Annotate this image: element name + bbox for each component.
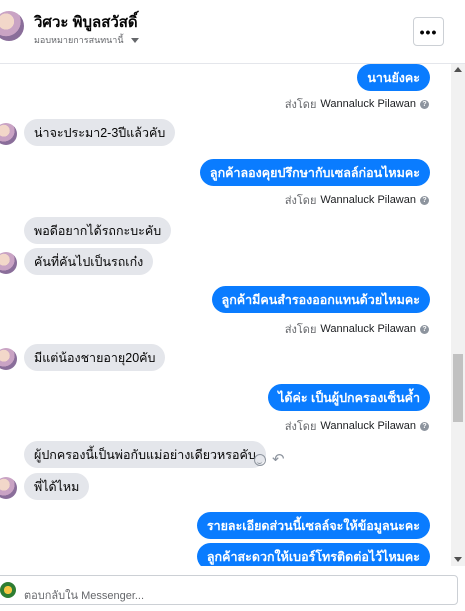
outgoing-message[interactable]: ลูกค้าลองคุยปรึกษากับเซลล์ก่อนไหมคะ [199, 159, 430, 186]
outgoing-message[interactable]: ลูกค้ามีคนสำรองออกแทนด้วยไหมคะ [211, 286, 430, 313]
sent-by-prefix: ส่งโดย [284, 324, 317, 336]
sent-by-line: ส่งโดย Wannaluck Pilawan ? [285, 95, 429, 113]
sent-by-line: ส่งโดย Wannaluck Pilawan ? [285, 417, 429, 435]
assign-conversation-dropdown[interactable]: มอบหมายการสนทนานี้ [34, 33, 139, 47]
thread-scrollbar[interactable] [451, 64, 465, 566]
outgoing-message[interactable]: ได้ค่ะ เป็นผู้ปกครองเซ็นค้ำ [268, 384, 430, 411]
contact-avatar-small[interactable] [0, 348, 17, 370]
reply-placeholder[interactable]: ตอบกลับใน Messenger... [24, 586, 144, 604]
message-actions: ↶ [254, 452, 285, 467]
help-icon[interactable]: ? [420, 99, 429, 109]
message-thread[interactable]: นานยังคะ ส่งโดย Wannaluck Pilawan ? น่าจ… [0, 64, 451, 566]
sent-by-prefix: ส่งโดย [284, 195, 317, 207]
incoming-message[interactable]: พี่ได้ไหม [24, 473, 90, 500]
scrollbar-thumb[interactable] [453, 354, 463, 422]
contact-avatar-small[interactable] [0, 123, 17, 145]
contact-name[interactable]: วิศวะ พิบูลสวัสดิ์ [34, 10, 138, 34]
reply-composer: ตอบกลับใน Messenger... [0, 566, 465, 611]
contact-avatar-small[interactable] [0, 252, 17, 274]
incoming-message[interactable]: คันที่คันไปเป็นรถเก๋ง [24, 248, 154, 275]
scroll-up-arrow-icon[interactable] [454, 67, 462, 72]
outgoing-message[interactable]: รายละเอียดส่วนนี้เซลล์จะให้ข้อมูลนะคะ [196, 512, 430, 539]
sent-by-line: ส่งโดย Wannaluck Pilawan ? [285, 191, 429, 209]
conversation-header: วิศวะ พิบูลสวัสดิ์ มอบหมายการสนทนานี้ ••… [0, 0, 465, 64]
incoming-message[interactable]: ผู้ปกครองนี้เป็นพ่อกับแม่อย่างเดียวหรอคั… [24, 441, 266, 468]
outgoing-message[interactable]: ลูกค้าสะดวกให้เบอร์โทรติดต่อไว้ไหมคะ [196, 543, 430, 566]
react-smiley-icon[interactable] [254, 454, 266, 466]
sender-name: Wannaluck Pilawan [320, 194, 416, 206]
sent-by-prefix: ส่งโดย [284, 99, 317, 111]
contact-avatar-small[interactable] [0, 477, 17, 499]
sent-by-prefix: ส่งโดย [284, 421, 317, 433]
outgoing-message[interactable]: นานยังคะ [357, 64, 430, 91]
more-options-button[interactable]: ••• [413, 17, 444, 46]
sender-name: Wannaluck Pilawan [320, 98, 416, 110]
help-icon[interactable]: ? [420, 195, 429, 205]
assign-conversation-label: มอบหมายการสนทนานี้ [34, 35, 124, 45]
reply-arrow-icon[interactable]: ↶ [272, 452, 285, 467]
contact-avatar[interactable] [0, 11, 24, 41]
help-icon[interactable]: ? [420, 421, 429, 431]
incoming-message[interactable]: น่าจะประมา2-3ปีแล้วคับ [24, 119, 176, 146]
sender-name: Wannaluck Pilawan [320, 420, 416, 432]
caret-down-icon [130, 37, 139, 43]
incoming-message[interactable]: พอดีอยากได้รถกะบะคับ [24, 217, 172, 244]
incoming-message[interactable]: มีแต่น้องชายอายุ20คับ [24, 344, 166, 371]
page-profile-icon [0, 582, 16, 598]
scroll-down-arrow-icon[interactable] [454, 557, 462, 562]
help-icon[interactable]: ? [420, 324, 429, 334]
sent-by-line: ส่งโดย Wannaluck Pilawan ? [285, 320, 429, 338]
sender-name: Wannaluck Pilawan [320, 323, 416, 335]
